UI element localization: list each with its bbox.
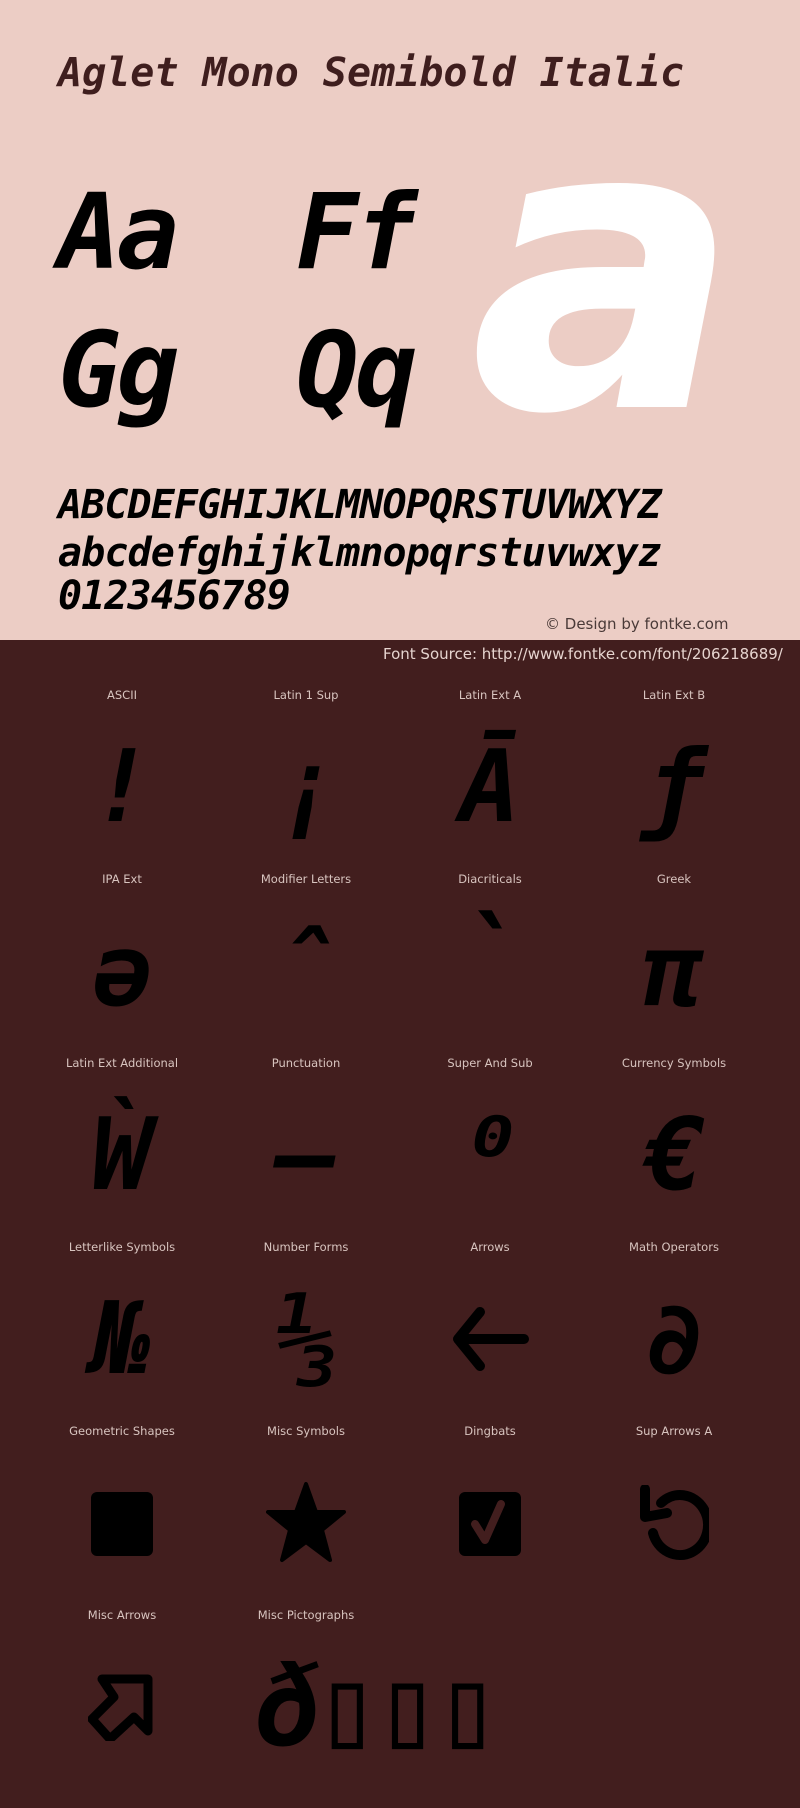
block-label: Dingbats (464, 1424, 516, 1438)
block-label: Arrows (470, 1240, 510, 1254)
hero-glyph: a (470, 37, 740, 502)
unicode-block-cell: Math Operators ∂ (582, 1240, 766, 1424)
block-glyph-sample: ƒ (643, 728, 705, 845)
unicode-block-cell: Geometric Shapes (30, 1424, 214, 1608)
unicode-block-cell: Misc Symbols (214, 1424, 398, 1608)
block-glyph-sample: ⁰ (459, 1096, 521, 1213)
unicode-block-cell: Diacriticals̀ (398, 872, 582, 1056)
block-label: Modifier Letters (260, 872, 352, 886)
glyph-pair-aa: Aa (58, 171, 179, 293)
block-glyph-sample: ⅓ (275, 1280, 337, 1397)
block-glyph-sample (398, 1448, 582, 1598)
unicode-block-cell: Latin Ext Additional Ẁ (30, 1056, 214, 1240)
unicode-block-cell: Number Forms ⅓ (214, 1240, 398, 1424)
block-label: Number Forms (263, 1240, 349, 1254)
block-glyph-sample (214, 1448, 398, 1598)
block-label: Latin Ext Additional (65, 1056, 179, 1070)
block-glyph-sample: ð▯▯▯ (254, 1643, 501, 1771)
block-glyph-sample: ∂ (643, 1280, 705, 1397)
block-glyph-sample (398, 1264, 582, 1414)
block-glyph-sample: Ā (459, 728, 521, 845)
unicode-block-cell: Arrows (398, 1240, 582, 1424)
block-label: Punctuation (271, 1056, 341, 1070)
block-glyph-sample: Ẁ (91, 1096, 153, 1213)
unicode-block-cell: Latin 1 Sup ¡ (214, 688, 398, 872)
left-arrow-icon (453, 1307, 529, 1371)
block-label: Geometric Shapes (69, 1424, 175, 1438)
block-label: Currency Symbols (621, 1056, 727, 1070)
rotate-arrow-icon (640, 1485, 709, 1561)
block-glyph-sample: € (643, 1096, 705, 1213)
unicode-block-cell: Modifier Letters ˆ (214, 872, 398, 1056)
unicode-block-cell: IPA Ext ə (30, 872, 214, 1056)
block-label: Misc Pictographs (257, 1608, 355, 1622)
block-label: Greek (656, 872, 692, 886)
glyph-pair-ff: Ff (296, 171, 417, 293)
star-icon (266, 1482, 346, 1562)
block-glyph-sample: ! (91, 728, 153, 845)
block-glyph-sample: ¡ (275, 728, 337, 845)
block-label: Misc Symbols (267, 1424, 345, 1438)
unicode-block-cell: Latin Ext B ƒ (582, 688, 766, 872)
digits: 0123456789 (58, 573, 291, 619)
block-glyph-sample: π (643, 912, 705, 1029)
unicode-block-cell: ASCII! (30, 688, 214, 872)
unicode-block-cell: Letterlike Symbols № (30, 1240, 214, 1424)
block-label: Sup Arrows A (635, 1424, 713, 1438)
font-source-link[interactable]: Font Source: http://www.fontke.com/font/… (383, 645, 783, 663)
block-glyph-sample (582, 1448, 766, 1598)
block-glyph-sample (30, 1448, 214, 1598)
unicode-block-cell: Punctuation – (214, 1056, 398, 1240)
block-label: Latin Ext A (458, 688, 522, 702)
unicode-block-cell: Dingbats (398, 1424, 582, 1608)
glyph-pair-qq: Qq (296, 309, 417, 431)
design-credit: © Design by fontke.com (545, 615, 729, 633)
unicode-block-cell: Misc Arrows (30, 1608, 214, 1792)
block-label: Misc Arrows (87, 1608, 157, 1622)
block-label: Diacriticals (458, 872, 522, 886)
block-glyph-sample: ˆ (275, 912, 337, 1029)
block-label: Latin 1 Sup (273, 688, 339, 702)
block-glyph-sample (30, 1632, 214, 1782)
block-glyph-sample: ̀ (459, 897, 521, 1014)
square-icon (91, 1492, 153, 1556)
uppercase-alphabet: ABCDEFGHIJKLMNOPQRSTUVWXYZ (58, 482, 662, 528)
unicode-block-cell: Latin Ext A Ā (398, 688, 582, 872)
block-glyph-sample: ə (91, 912, 153, 1029)
lowercase-alphabet: abcdefghijklmnopqrstuvwxyz (58, 530, 662, 576)
unicode-block-cell: Misc Pictographs ð▯▯▯ (214, 1608, 614, 1792)
block-label: Letterlike Symbols (68, 1240, 176, 1254)
checkbox-icon (459, 1492, 521, 1556)
unicode-block-cell: Sup Arrows A (582, 1424, 766, 1608)
unicode-block-cell: Currency Symbols € (582, 1056, 766, 1240)
block-label: IPA Ext (102, 872, 142, 886)
unicode-block-cell: Greek π (582, 872, 766, 1056)
block-label: Super And Sub (447, 1056, 533, 1070)
glyph-pair-gg: Gg (58, 309, 179, 431)
block-label: Math Operators (629, 1240, 719, 1254)
block-label: ASCII (107, 688, 137, 702)
block-glyph-sample: – (275, 1096, 337, 1213)
specimen-panel: Aglet Mono Semibold Italic Aa Ff Gg Qq a… (0, 0, 800, 640)
block-label: Latin Ext B (642, 688, 706, 702)
unicode-block-cell: Super And Sub ⁰ (398, 1056, 582, 1240)
diagonal-arrow-icon (88, 1674, 153, 1741)
block-glyph-sample: № (91, 1280, 153, 1397)
